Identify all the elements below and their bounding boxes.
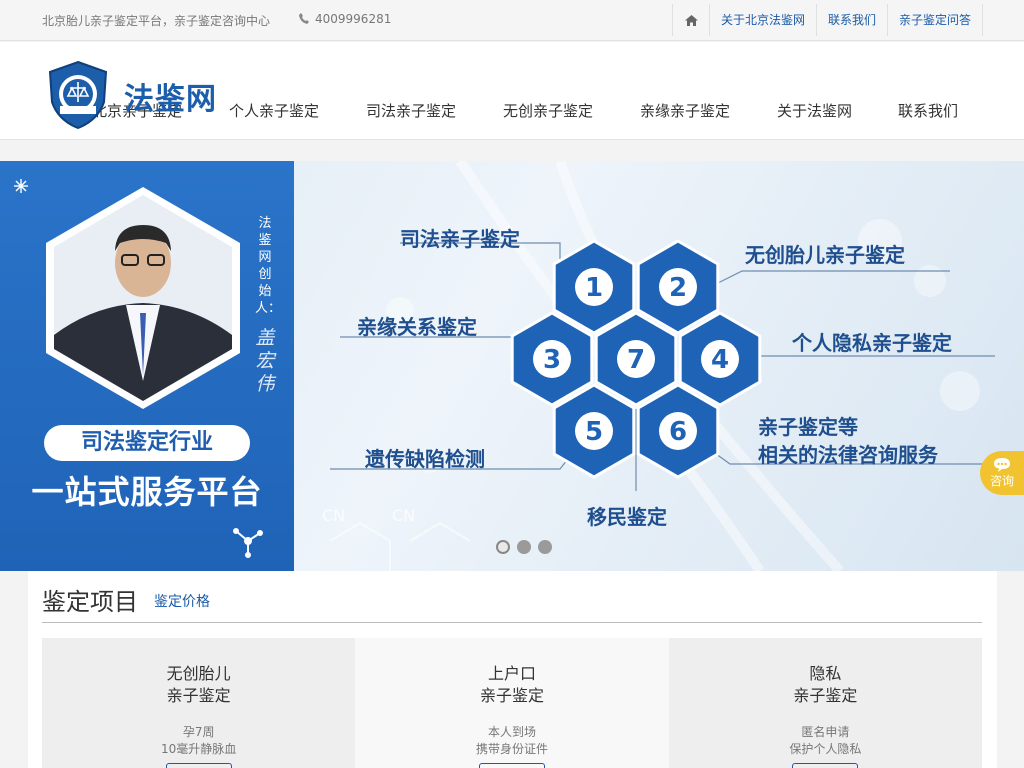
price-link[interactable]: 鉴定价格: [154, 591, 210, 611]
service-hex-number-7: 7: [627, 345, 645, 375]
top-bar: 北京胎儿亲子鉴定平台，亲子鉴定咨询中心 4009996281 关于北京法鉴网 联…: [0, 0, 1024, 41]
service-label-5: 遗传缺陷检测: [365, 447, 485, 471]
nav-judicial[interactable]: 司法亲子鉴定: [366, 100, 456, 121]
card-title-line2: 亲子鉴定: [793, 686, 858, 705]
nav-personal[interactable]: 个人亲子鉴定: [229, 100, 319, 121]
service-hex-number-3: 3: [543, 345, 561, 375]
banner-slider[interactable]: CN CN 法鉴网创始人： 盖宏伟 司法鉴定行业 一站式服务平台 1 2 3 4…: [0, 161, 1024, 571]
site-logo[interactable]: 法鉴网: [46, 60, 236, 130]
slider-dot-1[interactable]: [496, 540, 510, 554]
card-button[interactable]: [478, 763, 545, 768]
slider-dot-3[interactable]: [538, 540, 552, 554]
slider-dots: [496, 540, 552, 554]
phone-text: 4009996281: [315, 12, 392, 26]
card-desc-line2: 携带身份证件: [475, 742, 548, 756]
slider-dot-2[interactable]: [517, 540, 531, 554]
section-divider: [42, 622, 982, 623]
service-label-4: 个人隐私亲子鉴定: [792, 331, 952, 355]
card-title-line2: 亲子鉴定: [166, 686, 231, 705]
contact-link[interactable]: 联系我们: [817, 4, 889, 36]
service-label-6: 亲子鉴定等: [758, 415, 858, 439]
service-label-2: 无创胎儿亲子鉴定: [745, 243, 905, 267]
card-household[interactable]: 上户口 亲子鉴定 本人到场 携带身份证件: [355, 638, 669, 768]
card-title-line1: 隐私: [809, 664, 842, 683]
service-hex-number-1: 1: [585, 273, 603, 303]
section-title: 鉴定项目: [42, 588, 138, 616]
service-hex-number-6: 6: [669, 417, 687, 447]
card-desc-line2: 保护个人隐私: [789, 742, 862, 756]
nav-noninvasive[interactable]: 无创亲子鉴定: [503, 100, 593, 121]
card-desc-line2: 10毫升静脉血: [161, 742, 237, 756]
service-label-1: 司法亲子鉴定: [400, 227, 520, 251]
phone-number: 4009996281: [299, 12, 391, 26]
card-noninvasive[interactable]: 无创胎儿 亲子鉴定 孕7周 10毫升静脉血: [42, 638, 356, 768]
shield-logo-icon: [48, 60, 108, 130]
card-desc-line1: 孕7周: [182, 725, 215, 739]
nav-kinship[interactable]: 亲缘亲子鉴定: [640, 100, 730, 121]
nav-contact[interactable]: 联系我们: [898, 100, 958, 121]
card-button[interactable]: [165, 763, 232, 768]
service-hex-number-4: 4: [711, 345, 729, 375]
consult-label: 咨询: [990, 474, 1015, 488]
chat-bubble-icon: [994, 458, 1010, 472]
phone-icon: [299, 13, 309, 24]
service-label-6-line2: 相关的法律咨询服务: [758, 443, 938, 467]
card-button[interactable]: [792, 763, 859, 768]
service-label-7: 移民鉴定: [587, 505, 667, 529]
service-cards: 无创胎儿 亲子鉴定 孕7周 10毫升静脉血 上户口 亲子鉴定 本人到场 携带身份…: [42, 638, 982, 768]
card-privacy[interactable]: 隐私 亲子鉴定 匿名申请 保护个人隐私: [668, 638, 982, 768]
consult-button[interactable]: 咨询: [980, 451, 1024, 495]
home-icon: [684, 14, 698, 26]
service-hex-number-2: 2: [669, 273, 687, 303]
card-title-line1: 上户口: [487, 664, 536, 683]
faq-link[interactable]: 亲子鉴定问答: [888, 4, 984, 36]
header: 北京亲子鉴定 个人亲子鉴定 司法亲子鉴定 无创亲子鉴定 亲缘亲子鉴定 关于法鉴网…: [0, 42, 1024, 140]
site-slogan: 北京胎儿亲子鉴定平台，亲子鉴定咨询中心: [42, 14, 271, 28]
card-desc-line1: 本人到场: [487, 725, 536, 739]
service-hex-number-5: 5: [585, 417, 603, 447]
logo-text: 法鉴网: [124, 82, 217, 117]
about-link[interactable]: 关于北京法鉴网: [710, 4, 818, 36]
top-links: 关于北京法鉴网 联系我们 亲子鉴定问答: [672, 4, 984, 36]
card-title-line1: 无创胎儿: [166, 664, 231, 683]
card-title-line2: 亲子鉴定: [479, 686, 544, 705]
card-desc-line1: 匿名申请: [801, 725, 850, 739]
nav-about[interactable]: 关于法鉴网: [777, 100, 852, 121]
service-label-3: 亲缘关系鉴定: [357, 315, 477, 339]
home-link[interactable]: [673, 4, 710, 36]
